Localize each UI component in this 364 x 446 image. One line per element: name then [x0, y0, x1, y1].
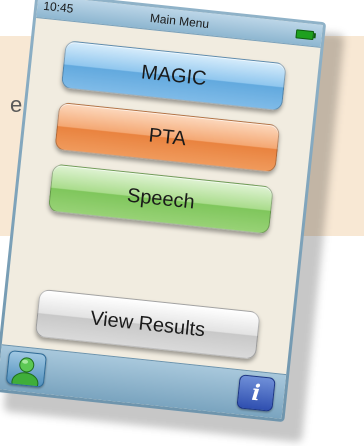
user-icon: [11, 357, 39, 388]
device: 10:45 Main Menu MAGIC PTA Speech View Re…: [0, 0, 327, 423]
screen-title: Main Menu: [149, 10, 210, 32]
magic-button[interactable]: MAGIC: [60, 40, 287, 112]
device-screen: 10:45 Main Menu MAGIC PTA Speech View Re…: [0, 0, 323, 419]
speech-button[interactable]: Speech: [47, 163, 274, 235]
user-button[interactable]: [5, 350, 48, 388]
background-text: e: [10, 92, 23, 117]
scene: e 10:45 Main Menu MAGIC PTA Speech View …: [0, 0, 364, 446]
pta-button[interactable]: PTA: [54, 101, 281, 173]
view-results-button[interactable]: View Results: [34, 288, 261, 360]
info-icon: i: [250, 379, 262, 407]
battery-full-icon: [295, 29, 315, 41]
info-button[interactable]: i: [236, 374, 276, 412]
